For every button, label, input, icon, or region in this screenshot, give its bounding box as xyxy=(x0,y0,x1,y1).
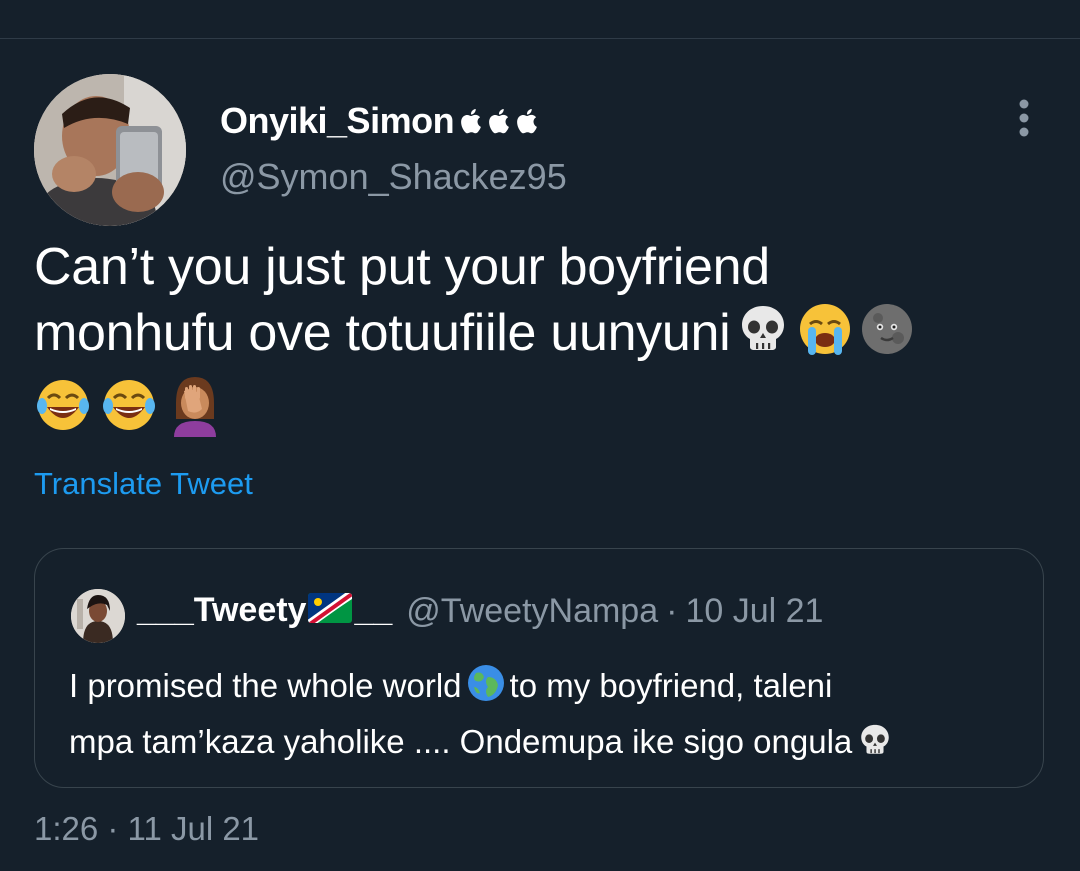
quoted-text-part-1: I promised the whole world xyxy=(69,667,462,704)
loudly-crying-emoji xyxy=(796,300,854,374)
tweet-text-line-2: monhufu ove totuufiile uunyuni xyxy=(34,300,1044,374)
quoted-text-part-2: to my boyfriend, taleni xyxy=(509,667,833,704)
tears-of-joy-emoji xyxy=(34,376,92,439)
tweet-text-line-1: Can’t you just put your boyfriend xyxy=(34,238,770,296)
new-moon-face-emoji xyxy=(858,300,916,374)
author-handle[interactable]: @Symon_Shackez95 xyxy=(220,156,567,198)
quoted-tweet-header: ___Tweety __ @TweetyNampa · 10 Jul 21 xyxy=(137,591,823,632)
quoted-author-handle[interactable]: @TweetyNampa xyxy=(406,592,658,631)
tweet-timestamp[interactable]: 1:26 · 11 Jul 21 xyxy=(34,810,259,848)
translate-tweet-link[interactable]: Translate Tweet xyxy=(34,466,253,502)
tears-of-joy-emoji xyxy=(100,376,158,439)
more-options-button[interactable] xyxy=(1004,98,1044,138)
author-display-name[interactable]: Onyiki_Simon xyxy=(220,100,540,142)
tweet-emoji-row xyxy=(34,374,224,440)
quoted-author-avatar xyxy=(71,589,125,643)
quoted-separator: · xyxy=(666,591,678,630)
top-divider xyxy=(0,38,1080,39)
apple-icon xyxy=(489,109,509,134)
quoted-author-name[interactable]: ___Tweety __ xyxy=(137,591,392,632)
skull-emoji xyxy=(734,300,792,374)
tweet-text: Can’t you just put your boyfriend monhuf… xyxy=(34,234,1044,374)
quoted-text-part-3: mpa tam’kaza yaholike .... Ondemupa ike … xyxy=(69,723,853,760)
apple-icon xyxy=(517,109,537,134)
quoted-date: 10 Jul 21 xyxy=(685,591,824,630)
more-vertical-icon xyxy=(1019,99,1029,137)
quoted-tweet-text: I promised the whole world to my boyfrien… xyxy=(69,661,1019,773)
globe-emoji xyxy=(466,663,506,717)
quoted-tweet-card[interactable]: ___Tweety __ @TweetyNampa · 10 Jul 21 I p… xyxy=(34,548,1044,788)
author-badges xyxy=(456,100,540,142)
skull-emoji xyxy=(856,721,894,773)
quoted-name-suffix: __ xyxy=(354,591,393,629)
author-name-text: Onyiki_Simon xyxy=(220,100,455,141)
author-avatar[interactable] xyxy=(34,74,186,226)
namibia-flag-icon xyxy=(308,592,353,632)
apple-icon xyxy=(461,109,481,134)
tweet-text-line-2-text: monhufu ove totuufiile uunyuni xyxy=(34,304,731,362)
woman-facepalming-emoji xyxy=(166,373,224,442)
quoted-name-prefix: ___Tweety xyxy=(137,591,307,629)
